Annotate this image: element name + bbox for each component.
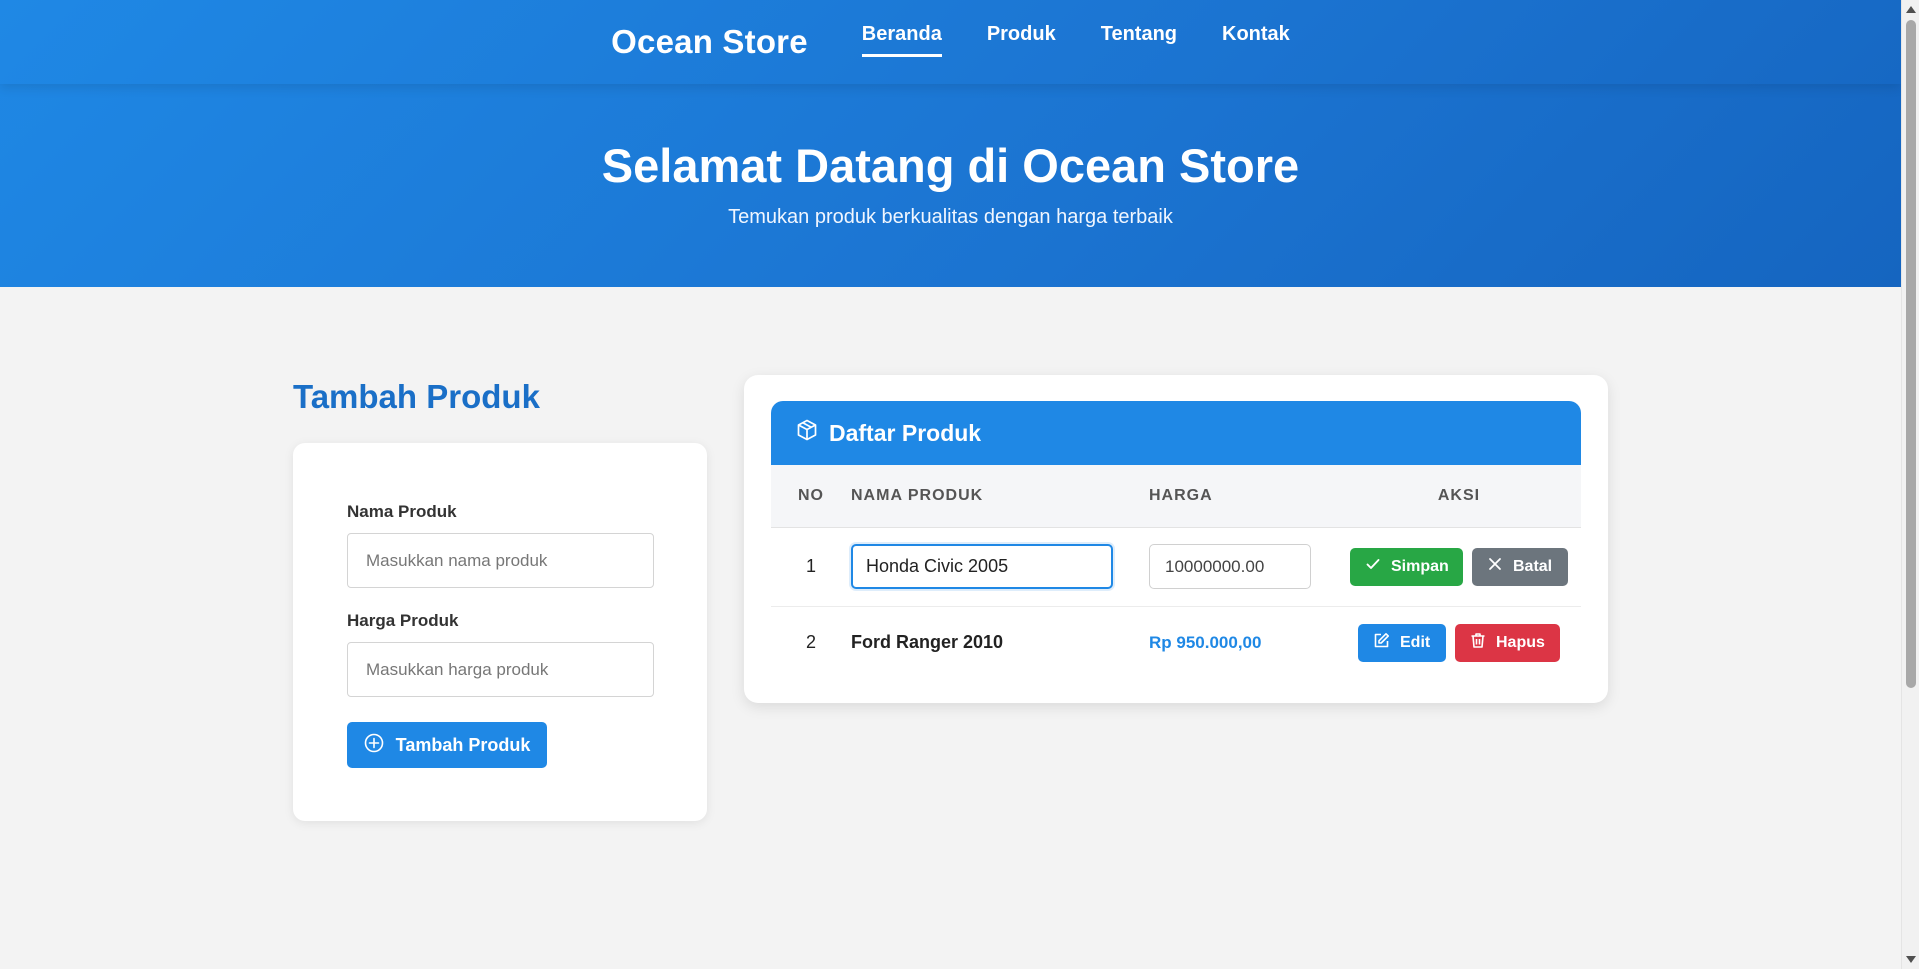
page-scrollbar[interactable] [1901,0,1919,969]
product-price: Rp 950.000,00 [1149,633,1262,653]
cancel-button-label: Batal [1513,557,1553,575]
product-list-title: Daftar Produk [829,419,982,446]
table-header-row: No Nama Produk Harga Aksi [771,465,1581,528]
delete-button[interactable]: Hapus [1455,623,1560,662]
edit-button-label: Edit [1400,633,1431,651]
nav-item-beranda[interactable]: Beranda [861,23,942,57]
trash-icon [1470,632,1486,654]
edit-button[interactable]: Edit [1358,623,1446,662]
row-number: 2 [805,632,816,653]
hero-section: Ocean Store Beranda Produk Tentang Konta… [0,0,1901,287]
plus-circle-icon [364,733,384,758]
save-button[interactable]: Simpan [1350,547,1463,586]
column-header-actions: Aksi [1337,465,1581,528]
nav-item-tentang[interactable]: Tentang [1101,23,1177,57]
add-product-button-label: Tambah Produk [395,734,531,755]
delete-button-label: Hapus [1496,633,1545,651]
edit-icon [1373,632,1390,654]
product-table: No Nama Produk Harga Aksi 1 Simpan [771,465,1581,679]
product-name-input[interactable] [347,533,654,588]
product-name-label: Nama Produk [347,502,457,521]
save-button-label: Simpan [1391,557,1449,575]
edit-name-input[interactable] [851,544,1113,589]
top-navbar: Ocean Store Beranda Produk Tentang Konta… [0,0,1901,84]
nav-item-kontak[interactable]: Kontak [1222,23,1290,57]
table-row: 1 Simpan Batal [771,527,1581,607]
product-list-card: Daftar Produk No Nama Produk Harga Aksi … [744,375,1608,703]
brand-logo[interactable]: Ocean Store [611,23,808,61]
edit-price-input[interactable] [1149,544,1311,589]
column-header-no: No [771,465,851,528]
check-icon [1365,556,1381,577]
product-name: Ford Ranger 2010 [851,632,1004,653]
hero-title: Selamat Datang di Ocean Store [601,139,1300,192]
scroll-up-arrow-icon[interactable] [1906,6,1916,13]
form-title: Tambah Produk [293,378,540,415]
column-header-price: Harga [1149,465,1337,528]
box-icon [795,418,819,448]
product-price-input[interactable] [347,642,654,697]
product-price-label: Harga Produk [347,611,459,630]
close-icon [1487,556,1503,577]
main-nav: Beranda Produk Tentang Kontak [861,23,1290,59]
row-number: 1 [771,527,851,607]
add-product-button[interactable]: Tambah Produk [347,722,547,768]
column-header-name: Nama Produk [851,465,1149,528]
scrollbar-thumb[interactable] [1906,20,1916,688]
hero-subtitle: Temukan produk berkualitas dengan harga … [728,206,1173,228]
product-list-header: Daftar Produk [771,401,1581,465]
cancel-button[interactable]: Batal [1472,547,1568,586]
table-row: 2 Ford Ranger 2010 Rp 950.000,00 Edit Ha… [771,606,1581,679]
scroll-down-arrow-icon[interactable] [1906,956,1916,963]
nav-item-produk[interactable]: Produk [987,23,1056,57]
add-product-form: Nama Produk Harga Produk Tambah Produk [293,443,707,821]
